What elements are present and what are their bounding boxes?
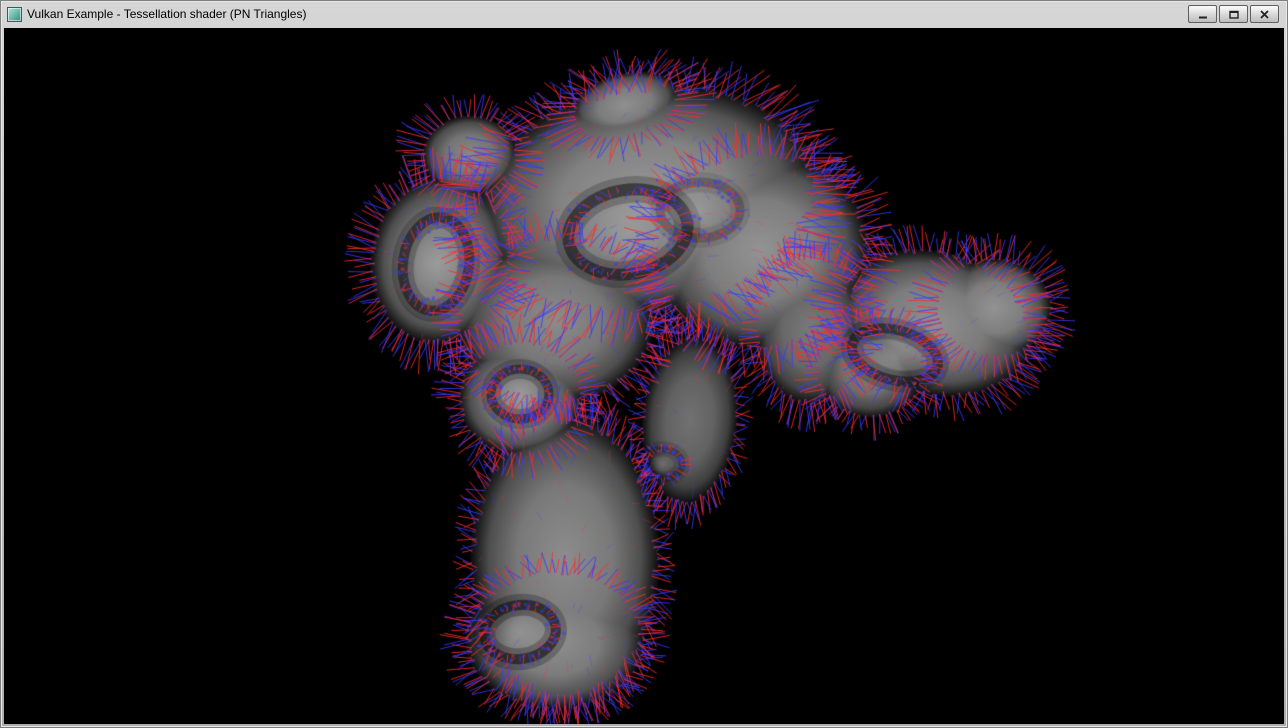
window-title: Vulkan Example - Tessellation shader (PN… <box>27 7 306 21</box>
close-button[interactable] <box>1250 5 1279 23</box>
titlebar[interactable]: Vulkan Example - Tessellation shader (PN… <box>4 0 1284 28</box>
render-canvas[interactable] <box>4 28 1284 724</box>
close-icon <box>1260 10 1269 19</box>
render-area <box>4 28 1284 724</box>
app-icon[interactable] <box>7 7 22 22</box>
minimize-button[interactable] <box>1188 5 1217 23</box>
maximize-icon <box>1229 10 1239 19</box>
app-window: Vulkan Example - Tessellation shader (PN… <box>0 0 1288 728</box>
maximize-button[interactable] <box>1219 5 1248 23</box>
minimize-icon <box>1198 10 1208 19</box>
window-controls <box>1188 5 1281 23</box>
